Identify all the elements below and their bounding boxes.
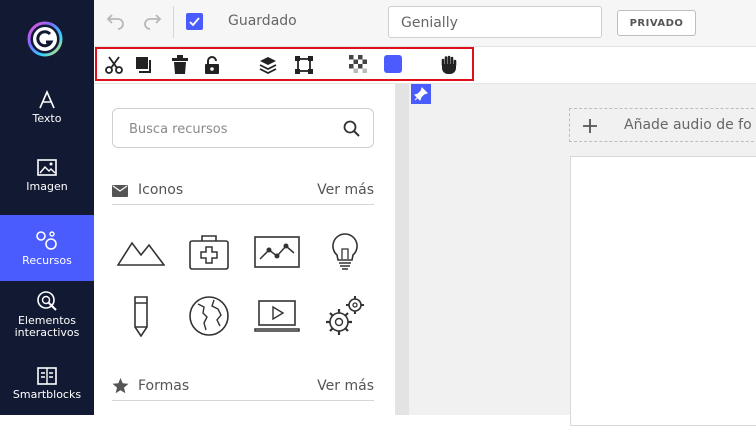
nav-label: Texto <box>32 112 62 125</box>
icon-item[interactable] <box>252 229 302 275</box>
nav-imagen[interactable]: Imagen <box>0 158 94 212</box>
transform-icon <box>295 56 313 74</box>
scissors-icon <box>105 56 123 74</box>
panel-scrollbar[interactable] <box>395 84 409 415</box>
nav-label: Recursos <box>22 253 72 267</box>
line-chart-icon <box>254 236 300 268</box>
mountains-icon <box>117 241 165 266</box>
nav-label: Imagen <box>26 180 68 193</box>
section-formas: Formas Ver más <box>112 376 374 401</box>
icon-item[interactable] <box>184 229 234 275</box>
privacy-button[interactable]: PRIVADO <box>617 10 696 36</box>
nav-label: Smartblocks <box>12 388 82 401</box>
gears-icon <box>326 296 364 335</box>
layers-icon <box>259 57 277 75</box>
slide-canvas[interactable] <box>570 156 756 426</box>
nav-label: Elementos interactivos <box>14 314 80 339</box>
color-swatch-icon <box>384 55 402 73</box>
globe-icon <box>189 296 229 336</box>
plus-icon <box>583 119 597 133</box>
star-icon <box>112 378 129 394</box>
canvas-area: Añade audio de fo <box>409 84 756 426</box>
icon-item[interactable] <box>252 293 302 339</box>
icon-item[interactable] <box>116 229 166 275</box>
section-label: Formas <box>138 378 190 394</box>
resources-panel: Iconos Ver más Formas Ver más <box>94 84 394 415</box>
section-iconos: Iconos Ver más <box>112 180 374 205</box>
section-label: Iconos <box>138 182 184 198</box>
add-audio-label: Añade audio de fo <box>624 117 752 133</box>
envelope-icon <box>112 185 128 197</box>
icon-item[interactable] <box>320 293 370 339</box>
color-tool[interactable] <box>384 55 402 73</box>
search-icon[interactable] <box>343 120 360 137</box>
transparency-icon <box>349 55 367 73</box>
layers-tool[interactable] <box>259 55 277 75</box>
undo-icon[interactable] <box>106 12 126 32</box>
lightbulb-icon <box>332 233 358 270</box>
laptop-video-icon <box>254 300 300 332</box>
genially-logo[interactable] <box>27 21 63 57</box>
redo-icon[interactable] <box>142 12 162 32</box>
save-status: Guardado <box>228 13 297 29</box>
saved-check-icon <box>186 13 203 30</box>
see-more-link[interactable]: Ver más <box>317 378 374 394</box>
search-input[interactable] <box>127 117 331 141</box>
nav-elementos-interactivos[interactable]: Elementos interactivos <box>0 290 94 350</box>
top-bar: Guardado PRIVADO <box>94 0 756 47</box>
nav-smartblocks[interactable]: Smartblocks <box>0 366 94 412</box>
pencil-icon <box>134 296 148 337</box>
nav-texto[interactable]: Texto <box>0 90 94 144</box>
nav-recursos[interactable]: Recursos <box>0 215 94 281</box>
first-aid-kit-icon <box>189 235 229 270</box>
lock-tool[interactable] <box>203 55 221 75</box>
pin-icon <box>414 87 428 101</box>
interactive-icon <box>37 291 57 311</box>
cut-tool[interactable] <box>104 55 124 75</box>
search-box[interactable] <box>112 108 374 148</box>
divider <box>173 6 174 38</box>
icon-item[interactable] <box>184 293 234 339</box>
duplicate-icon <box>136 57 151 73</box>
title-field[interactable] <box>388 6 602 38</box>
trash-icon <box>172 55 188 74</box>
transform-tool[interactable] <box>294 55 314 75</box>
hand-icon <box>441 55 457 74</box>
icon-item[interactable] <box>320 229 370 275</box>
resources-icon <box>36 230 57 250</box>
transparency-tool[interactable] <box>349 55 367 73</box>
add-audio-button[interactable]: Añade audio de fo <box>569 108 756 142</box>
text-icon <box>39 90 55 109</box>
duplicate-tool[interactable] <box>134 55 154 75</box>
left-sidebar: Texto Imagen Recursos Elementos interact… <box>0 0 94 415</box>
see-more-link[interactable]: Ver más <box>317 182 374 198</box>
lock-icon <box>205 56 219 74</box>
title-input[interactable] <box>399 12 593 34</box>
pin-tab[interactable] <box>411 84 431 104</box>
element-toolbar <box>94 47 756 84</box>
smartblocks-icon <box>37 367 57 385</box>
icon-item[interactable] <box>116 293 166 339</box>
hand-tool[interactable] <box>439 55 459 75</box>
delete-tool[interactable] <box>171 55 189 75</box>
image-icon <box>37 159 57 176</box>
